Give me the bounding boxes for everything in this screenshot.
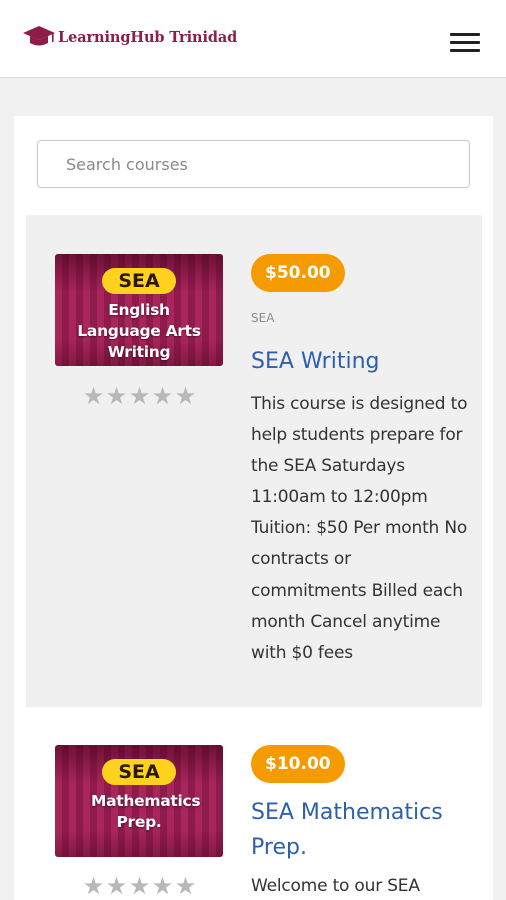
course-card: SEA English Language Arts Writing ★ ★ ★ … xyxy=(26,215,482,707)
brand-name: LearningHub Trinidad xyxy=(58,28,238,46)
price-badge: $10.00 xyxy=(251,745,345,783)
star-icon: ★ xyxy=(105,382,128,410)
search-input[interactable] xyxy=(37,140,470,188)
thumbnail-title: Mathematics Prep. xyxy=(91,792,201,831)
course-description: Welcome to our SEA xyxy=(251,876,420,896)
course-title-link[interactable]: SEA Mathematics Prep. xyxy=(251,795,471,865)
star-icon: ★ xyxy=(151,382,174,410)
star-icon: ★ xyxy=(82,872,105,900)
star-icon: ★ xyxy=(82,382,105,410)
thumbnail-badge: SEA xyxy=(102,759,176,785)
course-card: SEA Mathematics Prep. ★ ★ ★ ★ ★ $10.00 S… xyxy=(26,707,482,900)
course-thumbnail[interactable]: SEA English Language Arts Writing xyxy=(55,254,223,366)
star-icon: ★ xyxy=(151,872,174,900)
star-icon: ★ xyxy=(128,382,151,410)
rating-stars: ★ ★ ★ ★ ★ xyxy=(82,872,197,900)
rating-stars: ★ ★ ★ ★ ★ xyxy=(82,382,197,410)
thumbnail-badge: SEA xyxy=(102,268,176,294)
course-title-link[interactable]: SEA Writing xyxy=(251,344,471,379)
app-header: LearningHub Trinidad xyxy=(0,0,506,78)
star-icon: ★ xyxy=(174,382,197,410)
course-category: SEA xyxy=(251,311,275,325)
thumbnail-title: English Language Arts Writing xyxy=(77,301,201,361)
course-description: This course is designed to help students… xyxy=(251,394,468,663)
star-icon: ★ xyxy=(128,872,151,900)
star-icon: ★ xyxy=(174,872,197,900)
price-badge: $50.00 xyxy=(251,254,345,292)
hamburger-menu-icon[interactable] xyxy=(450,33,480,55)
graduation-cap-icon xyxy=(23,26,55,46)
star-icon: ★ xyxy=(105,872,128,900)
brand-logo[interactable]: LearningHub Trinidad xyxy=(22,24,237,50)
course-thumbnail[interactable]: SEA Mathematics Prep. xyxy=(55,745,223,857)
